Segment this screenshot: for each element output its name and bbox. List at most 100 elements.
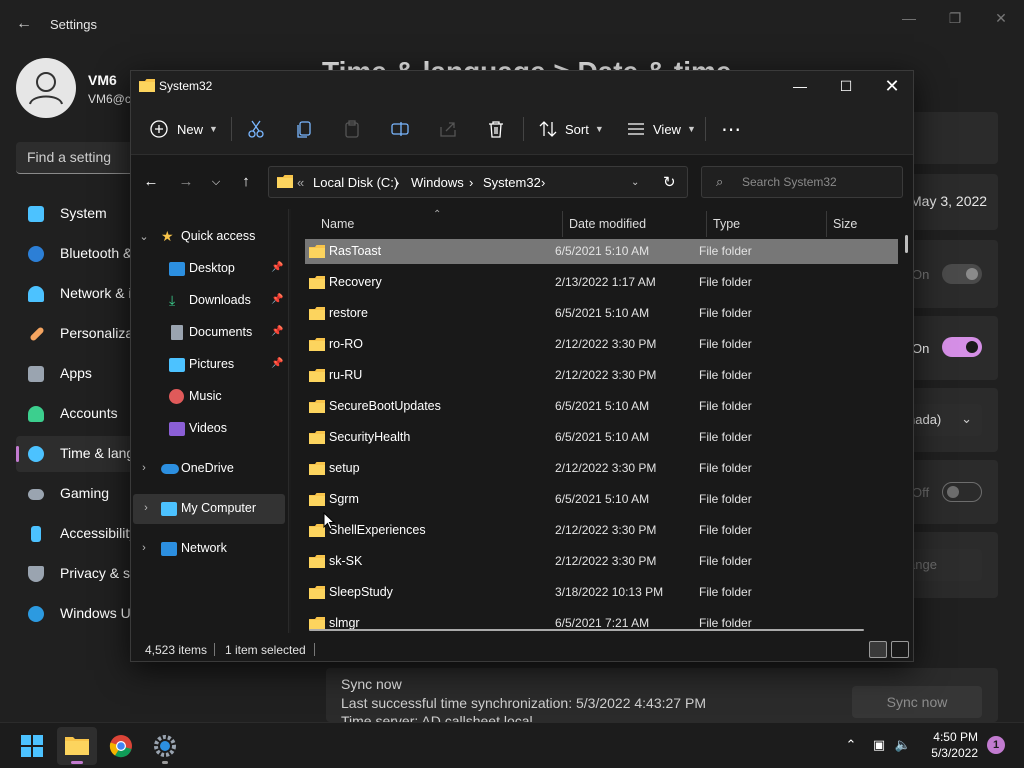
file-row[interactable]: ro-RO 2/12/2022 3:30 PM File folder xyxy=(305,332,898,357)
pin-icon[interactable]: 📌 xyxy=(271,326,283,338)
chevron-down-icon[interactable]: ⌄ xyxy=(631,177,639,188)
file-row[interactable]: restore 6/5/2021 5:10 AM File folder xyxy=(305,301,898,326)
settings-nav-apps[interactable]: Apps xyxy=(16,356,136,392)
cut-button[interactable] xyxy=(245,115,267,143)
avatar[interactable] xyxy=(16,58,76,118)
search-input[interactable]: ⌕ Search System32 xyxy=(701,166,903,198)
settings-nav-privacy[interactable]: Privacy & security xyxy=(16,556,171,592)
column-header-name[interactable]: Name xyxy=(321,217,354,231)
paste-button[interactable] xyxy=(341,115,363,143)
back-arrow-icon[interactable]: ← xyxy=(14,14,34,34)
settings-nav-system[interactable]: System xyxy=(16,196,136,232)
refresh-icon[interactable]: ↻ xyxy=(663,173,676,191)
breadcrumb-separator-icon[interactable]: › xyxy=(541,175,545,190)
large-icons-view-icon[interactable] xyxy=(891,641,909,658)
pin-icon[interactable]: 📌 xyxy=(271,294,283,306)
nav-network[interactable]: › Network xyxy=(131,534,287,564)
dst-toggle[interactable] xyxy=(942,482,982,502)
chevron-down-icon[interactable]: ⌄ xyxy=(137,230,151,244)
up-arrow-icon[interactable]: ↑ xyxy=(235,171,257,193)
settings-nav-bluetooth[interactable]: Bluetooth & devices xyxy=(16,236,184,272)
more-options-icon[interactable]: ⋯ xyxy=(721,115,742,143)
clock-date[interactable]: 5/3/2022 xyxy=(918,746,978,760)
close-icon[interactable]: ✕ xyxy=(869,71,913,103)
settings-nav-network[interactable]: Network & internet xyxy=(16,276,175,312)
minimize-icon[interactable]: — xyxy=(777,71,823,103)
view-button[interactable]: View ▼ xyxy=(625,115,696,143)
breadcrumb-separator-icon[interactable]: › xyxy=(469,175,473,190)
nav-onedrive[interactable]: › OneDrive xyxy=(131,454,287,484)
file-row[interactable]: setup 2/12/2022 3:30 PM File folder xyxy=(305,456,898,481)
breadcrumb-separator-icon[interactable]: › xyxy=(395,175,399,190)
show-hidden-icons-chevron-icon[interactable]: ⌃ xyxy=(841,735,861,755)
new-button[interactable]: New ▼ xyxy=(149,115,218,143)
column-header-date[interactable]: Date modified xyxy=(569,217,646,231)
auto-timezone-toggle[interactable] xyxy=(942,337,982,357)
explorer-titlebar[interactable]: System32 — ☐ ✕ xyxy=(131,71,913,103)
breadcrumb-item[interactable]: Local Disk (C:) xyxy=(313,175,398,190)
breadcrumb-item[interactable]: Windows xyxy=(411,175,464,190)
clock-time[interactable]: 4:50 PM xyxy=(928,730,978,744)
settings-nav-time-language[interactable]: Time & language xyxy=(16,436,165,472)
sync-now-button[interactable]: Sync now xyxy=(852,686,982,718)
nav-videos[interactable]: Videos xyxy=(131,414,287,444)
file-row[interactable]: Sgrm 6/5/2021 5:10 AM File folder xyxy=(305,487,898,512)
pin-icon[interactable]: 📌 xyxy=(271,262,283,274)
nav-music[interactable]: Music xyxy=(131,382,287,412)
pin-icon[interactable]: 📌 xyxy=(271,358,283,370)
back-arrow-icon[interactable]: ← xyxy=(140,171,162,193)
file-row[interactable]: sk-SK 2/12/2022 3:30 PM File folder xyxy=(305,549,898,574)
volume-icon[interactable]: 🔈 xyxy=(893,735,913,755)
maximize-icon[interactable]: ☐ xyxy=(823,71,869,103)
settings-nav-windows-update[interactable]: Windows Update xyxy=(16,596,166,632)
nav-desktop[interactable]: Desktop 📌 xyxy=(131,254,287,284)
auto-time-toggle[interactable] xyxy=(942,264,982,284)
chevron-right-icon[interactable]: › xyxy=(137,462,151,476)
chevron-right-icon[interactable]: › xyxy=(139,502,153,516)
nav-my-computer[interactable]: › My Computer xyxy=(133,494,285,524)
column-header-type[interactable]: Type xyxy=(713,217,740,231)
settings-nav-gaming[interactable]: Gaming xyxy=(16,476,136,512)
sort-button[interactable]: Sort ▼ xyxy=(537,115,604,143)
copy-button[interactable] xyxy=(293,115,315,143)
start-button[interactable] xyxy=(12,727,52,765)
file-row[interactable]: SleepStudy 3/18/2022 10:13 PM File folder xyxy=(305,580,898,605)
taskbar-file-explorer[interactable] xyxy=(57,727,97,765)
rename-button[interactable] xyxy=(389,115,411,143)
delete-button[interactable] xyxy=(485,115,507,143)
file-row[interactable]: ShellExperiences 2/12/2022 3:30 PM File fo… xyxy=(305,518,898,543)
share-button[interactable] xyxy=(437,115,459,143)
recent-locations-chevron-icon[interactable]: ⌵ xyxy=(205,171,227,193)
nav-pictures[interactable]: Pictures 📌 xyxy=(131,350,287,380)
file-row[interactable]: RasToast 6/5/2021 5:10 AM File folder xyxy=(305,239,898,264)
vertical-scrollbar[interactable] xyxy=(905,235,908,253)
settings-nav-personalization[interactable]: Personalization xyxy=(16,316,156,352)
network-status-icon[interactable]: ▣ xyxy=(869,735,889,755)
find-setting-input[interactable]: Find a setting xyxy=(16,142,141,174)
address-bar[interactable]: « Local Disk (C:) › Windows › System32 ›… xyxy=(268,166,688,198)
column-divider[interactable] xyxy=(562,211,563,237)
overflow-chevron-icon[interactable]: « xyxy=(297,175,304,190)
forward-arrow-icon[interactable]: → xyxy=(175,171,197,193)
restore-icon[interactable]: ❐ xyxy=(940,8,970,28)
file-row[interactable]: Recovery 2/13/2022 1:17 AM File folder xyxy=(305,270,898,295)
file-row[interactable]: ru-RU 2/12/2022 3:30 PM File folder xyxy=(305,363,898,388)
nav-quick-access[interactable]: ⌄ ★ Quick access xyxy=(131,222,287,252)
column-divider[interactable] xyxy=(826,211,827,237)
settings-nav-accounts[interactable]: Accounts xyxy=(16,396,136,432)
notification-badge[interactable]: 1 xyxy=(987,736,1005,754)
taskbar-settings[interactable] xyxy=(145,727,185,765)
breadcrumb-item[interactable]: System32 xyxy=(483,175,541,190)
chevron-right-icon[interactable]: › xyxy=(137,542,151,556)
column-divider[interactable] xyxy=(706,211,707,237)
file-row[interactable]: SecurityHealth 6/5/2021 5:10 AM File folde… xyxy=(305,425,898,450)
close-icon[interactable]: ✕ xyxy=(986,8,1016,28)
nav-downloads[interactable]: ⤓ Downloads 📌 xyxy=(131,286,287,316)
taskbar-chrome[interactable] xyxy=(101,727,141,765)
settings-nav-accessibility[interactable]: Accessibility xyxy=(16,516,136,552)
details-view-icon[interactable] xyxy=(869,641,887,658)
file-row[interactable]: SecureBootUpdates 6/5/2021 5:10 AM File fo… xyxy=(305,394,898,419)
minimize-icon[interactable]: — xyxy=(894,8,924,28)
column-header-size[interactable]: Size xyxy=(833,217,857,231)
horizontal-scrollbar[interactable] xyxy=(309,629,864,631)
